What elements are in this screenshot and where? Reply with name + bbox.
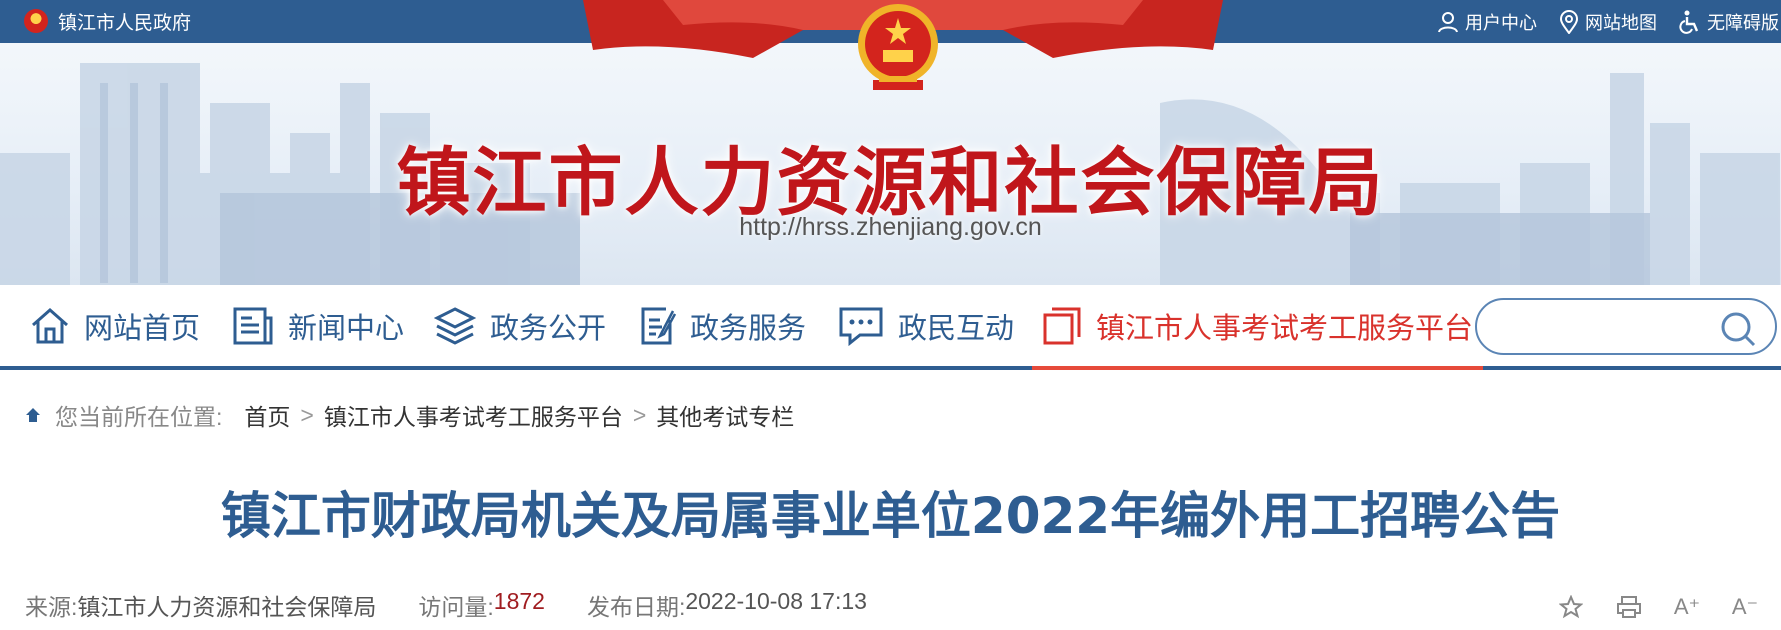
- nav-item-label: 新闻中心: [288, 312, 405, 345]
- source-label: 来源:: [25, 594, 78, 620]
- nav-item-public-affairs[interactable]: 政务公开: [434, 285, 606, 366]
- map-pin-icon: [1559, 9, 1579, 34]
- views-count: 1872: [493, 588, 545, 614]
- font-decrease-icon: A⁻: [1731, 594, 1759, 619]
- gov-name: 镇江市人民政府: [58, 12, 192, 34]
- search-input[interactable]: [1497, 310, 1717, 344]
- nav-item-news[interactable]: 新闻中心: [232, 285, 404, 366]
- search-box: [1475, 298, 1777, 355]
- home-icon: [32, 307, 68, 343]
- nav-item-interaction[interactable]: 政民互动: [838, 285, 1014, 366]
- font-decrease-button[interactable]: A⁻: [1729, 593, 1761, 621]
- article-views: 访问量: 1872: [418, 588, 545, 622]
- date-label: 发布日期:: [586, 594, 686, 620]
- nav-item-label: 政务公开: [490, 312, 607, 345]
- article-date: 发布日期: 2022-10-08 17:13: [587, 588, 867, 622]
- favorite-button[interactable]: [1555, 593, 1587, 621]
- breadcrumb-separator: >: [632, 401, 647, 428]
- views-label: 访问量:: [418, 594, 494, 620]
- article-source: 来源: 镇江市人力资源和社会保障局: [25, 588, 376, 622]
- copy-icon: [1043, 307, 1081, 344]
- breadcrumb-other-exams[interactable]: 其他考试专栏: [656, 398, 794, 432]
- accessibility-label: 无障碍版: [1707, 12, 1779, 33]
- article-tools: A⁺ A⁻: [1529, 592, 1761, 622]
- main-nav: 网站首页 新闻中心 政务公开 政务服务 政民互动 镇江市人事考试考工服务平台: [0, 285, 1781, 370]
- date-value: 2022-10-08 17:13: [685, 588, 867, 614]
- accessibility-link[interactable]: 无障碍版: [1679, 9, 1779, 35]
- user-center-link[interactable]: 用户中心: [1437, 9, 1537, 35]
- breadcrumb-exam-platform[interactable]: 镇江市人事考试考工服务平台: [324, 398, 623, 432]
- site-url: http://hrss.zhenjiang.gov.cn: [739, 213, 1042, 241]
- nav-item-label: 网站首页: [84, 312, 201, 345]
- gov-link[interactable]: 镇江市人民政府: [24, 8, 191, 34]
- article-title: 镇江市财政局机关及局属事业单位2022年编外用工招聘公告: [220, 487, 1561, 545]
- national-emblem: [858, 4, 938, 90]
- news-icon: [233, 307, 273, 344]
- nav-item-label: 政民互动: [898, 312, 1015, 345]
- nav-item-label: 镇江市人事考试考工服务平台: [1096, 312, 1474, 345]
- chat-icon: [839, 307, 883, 346]
- home-icon: [26, 408, 40, 422]
- breadcrumb-label: 您当前所在位置:: [55, 404, 223, 430]
- search-icon[interactable]: [1719, 310, 1757, 348]
- print-button[interactable]: [1613, 593, 1645, 621]
- top-links: 用户中心 网站地图 无障碍版: [1437, 0, 1781, 43]
- accessibility-icon: [1679, 10, 1699, 34]
- article-meta: 来源: 镇江市人力资源和社会保障局 访问量: 1872 发布日期: 2022-1…: [25, 588, 909, 622]
- sitemap-label: 网站地图: [1585, 12, 1657, 33]
- nav-item-services[interactable]: 政务服务: [640, 285, 806, 366]
- breadcrumb-separator: >: [300, 401, 314, 428]
- user-icon: [1438, 11, 1458, 32]
- breadcrumb-home[interactable]: 首页: [244, 398, 290, 432]
- user-center-label: 用户中心: [1465, 12, 1537, 33]
- breadcrumb: 您当前所在位置: 首页 > 镇江市人事考试考工服务平台 > 其他考试专栏: [25, 400, 794, 430]
- font-increase-button[interactable]: A⁺: [1671, 593, 1703, 621]
- document-edit-icon: [641, 307, 676, 344]
- source-value: 镇江市人力资源和社会保障局: [77, 594, 377, 620]
- print-icon: [1617, 596, 1641, 618]
- layers-icon: [434, 306, 476, 345]
- national-emblem-icon: [24, 9, 48, 33]
- star-icon: [1559, 595, 1583, 619]
- nav-item-exam-platform[interactable]: 镇江市人事考试考工服务平台: [1031, 285, 1484, 370]
- nav-item-label: 政务服务: [690, 312, 807, 345]
- nav-item-home[interactable]: 网站首页: [30, 285, 200, 366]
- sitemap-link[interactable]: 网站地图: [1559, 9, 1657, 35]
- font-increase-icon: A⁺: [1673, 594, 1701, 619]
